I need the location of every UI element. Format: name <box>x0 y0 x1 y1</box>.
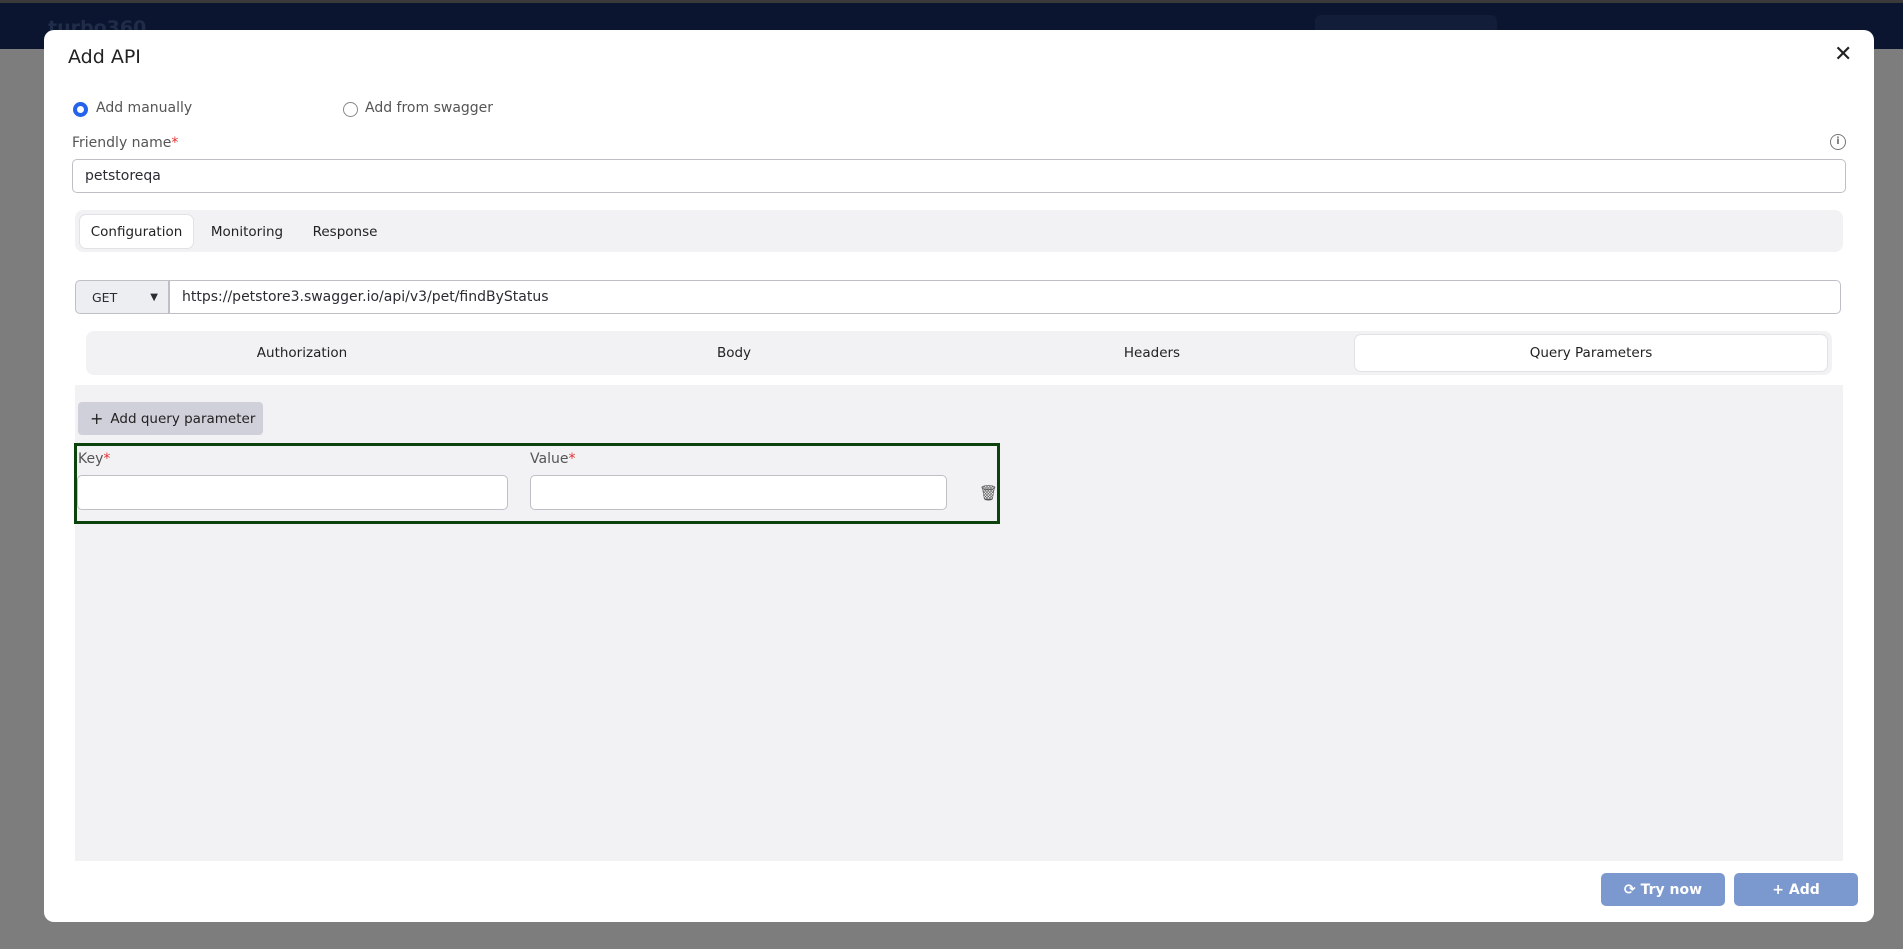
add-label: Add <box>1788 881 1820 898</box>
plus-icon: + <box>90 409 104 428</box>
subtab-headers[interactable]: Headers <box>950 334 1354 372</box>
main-tabs: Configuration Monitoring Response <box>75 210 1843 252</box>
try-now-button[interactable]: ⟳ Try now <box>1601 873 1725 906</box>
dialog-title: Add API <box>68 46 141 68</box>
try-now-label: Try now <box>1640 881 1703 898</box>
key-input[interactable] <box>77 475 508 510</box>
friendly-name-label-text: Friendly name <box>72 135 172 151</box>
request-subtabs: Authorization Body Headers Query Paramet… <box>86 331 1832 375</box>
radio-label-add-manually[interactable]: Add manually <box>96 100 192 116</box>
required-mark: * <box>103 451 111 467</box>
radio-add-from-swagger[interactable] <box>343 102 358 117</box>
radio-label-add-from-swagger[interactable]: Add from swagger <box>365 100 493 116</box>
add-query-parameter-label: Add query parameter <box>110 410 256 427</box>
method-select[interactable]: GET ▼ <box>75 280 169 314</box>
add-query-parameter-button[interactable]: + Add query parameter <box>78 402 263 435</box>
key-label-text: Key <box>78 451 104 467</box>
value-label: Value* <box>530 451 575 467</box>
method-value: GET <box>92 289 118 305</box>
tab-monitoring[interactable]: Monitoring <box>197 214 297 249</box>
required-mark: * <box>171 135 179 151</box>
refresh-icon: ⟳ <box>1623 881 1636 898</box>
tab-configuration[interactable]: Configuration <box>79 214 194 249</box>
query-parameters-panel: + Add query parameter Key* Value* 🗑 <box>74 385 1843 861</box>
subtab-query-parameters[interactable]: Query Parameters <box>1354 334 1828 372</box>
chevron-down-icon: ▼ <box>150 291 158 303</box>
add-button[interactable]: + Add <box>1734 873 1858 906</box>
tab-response[interactable]: Response <box>301 214 389 249</box>
required-mark: * <box>568 451 576 467</box>
close-icon[interactable]: ✕ <box>1834 42 1852 67</box>
plus-icon: + <box>1772 881 1784 898</box>
radio-add-manually[interactable] <box>73 102 88 117</box>
trash-icon[interactable]: 🗑 <box>979 484 998 502</box>
info-icon[interactable]: i <box>1830 134 1846 150</box>
key-label: Key* <box>78 451 110 467</box>
subtab-body[interactable]: Body <box>518 334 950 372</box>
subtab-authorization[interactable]: Authorization <box>86 334 518 372</box>
url-input[interactable]: https://petstore3.swagger.io/api/v3/pet/… <box>169 280 1841 314</box>
value-input[interactable] <box>530 475 947 510</box>
value-label-text: Value <box>530 451 569 467</box>
friendly-name-label: Friendly name* <box>72 135 178 151</box>
friendly-name-input[interactable]: petstoreqa <box>72 159 1846 193</box>
query-parameter-row: Key* Value* 🗑 <box>74 443 1000 524</box>
add-api-dialog: Add API ✕ Add manually Add from swagger … <box>44 30 1874 922</box>
